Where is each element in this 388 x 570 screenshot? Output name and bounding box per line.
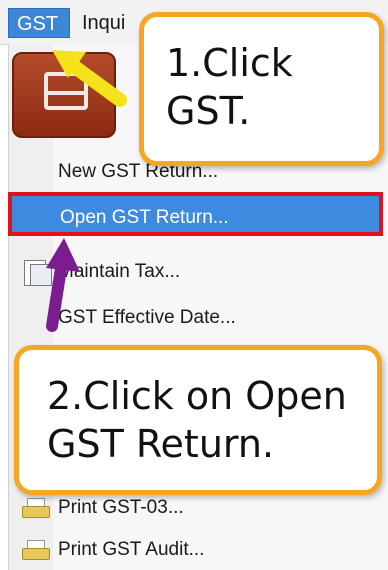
callout-step-2: 2.Click on Open GST Return. <box>14 345 382 495</box>
menu-gst[interactable]: GST <box>8 8 70 38</box>
callout-step-1-text: 1.Click GST. <box>166 41 293 133</box>
printer-icon <box>22 538 50 562</box>
callout-step-2-text: 2.Click on Open GST Return. <box>47 374 347 466</box>
application-logo-icon <box>12 52 116 138</box>
menu-item-label: GST Effective Date... <box>58 307 236 328</box>
menu-item-maintain-tax[interactable]: Maintain Tax... <box>8 252 384 292</box>
menu-inquiry[interactable]: Inqui <box>82 8 125 38</box>
tax-document-icon <box>22 260 52 286</box>
printer-icon <box>22 496 50 520</box>
menu-item-label: Maintain Tax... <box>58 261 181 282</box>
menu-item-open-gst-return[interactable]: Open GST Return... <box>8 192 383 236</box>
logo-bar <box>44 91 88 95</box>
menu-item-label: Open GST Return... <box>60 207 229 228</box>
menu-item-print-gst-audit[interactable]: Print GST Audit... <box>8 530 384 570</box>
menu-item-gst-effective-date[interactable]: GST Effective Date... <box>8 298 384 338</box>
callout-step-1: 1.Click GST. <box>139 12 384 166</box>
menu-item-label: Print GST Audit... <box>58 539 205 560</box>
